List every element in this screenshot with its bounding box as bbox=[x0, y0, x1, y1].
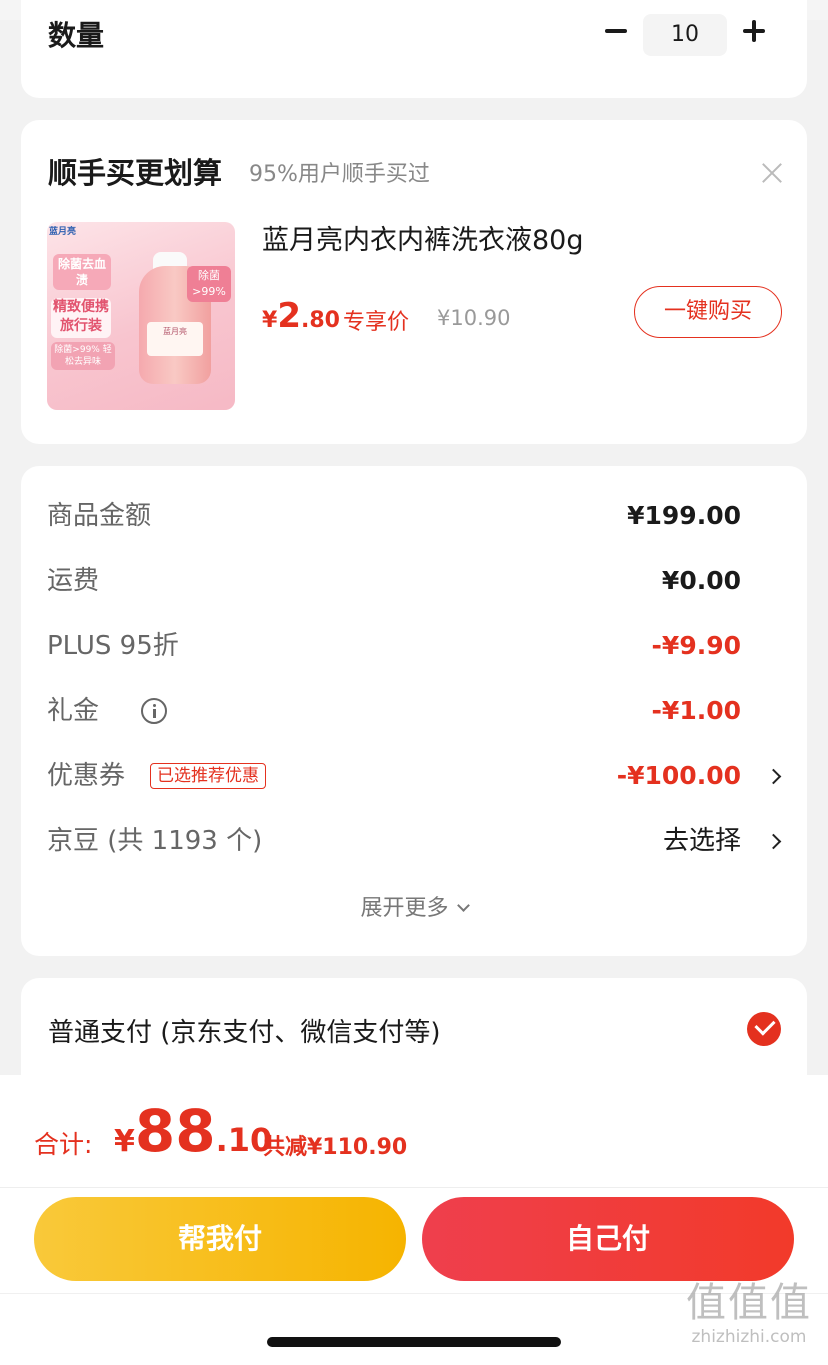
checkout-bottom-bar: 合计: ¥88.10 共减¥110.90 帮我付 自己付 值值值 zhizhiz… bbox=[0, 1075, 828, 1365]
watermark: 值值值 zhizhizhi.com bbox=[676, 1279, 822, 1347]
product-image-brand: 蓝月亮 bbox=[49, 227, 77, 237]
quantity-card: 数量 10 bbox=[21, 0, 807, 98]
product-name[interactable]: 蓝月亮内衣内裤洗衣液80g bbox=[262, 218, 584, 257]
expand-more-label: 展开更多 bbox=[360, 896, 449, 921]
help-me-pay-button[interactable]: 帮我付 bbox=[34, 1197, 406, 1281]
summary-label: PLUS 95折 bbox=[47, 631, 179, 661]
summary-label: 京豆 (共 1193 个) bbox=[47, 826, 263, 856]
divider bbox=[0, 1187, 828, 1188]
product-image-tag: 除菌去血渍 bbox=[53, 254, 111, 290]
summary-value: ¥0.00 bbox=[661, 566, 741, 595]
product-image[interactable]: 蓝月亮 除菌去血渍 精致便携旅行装 除菌>99% 轻松去异味 蓝月亮 除菌>99… bbox=[47, 222, 235, 410]
close-icon[interactable] bbox=[761, 162, 783, 184]
upsell-title: 顺手买更划算 bbox=[48, 156, 223, 190]
summary-value: ¥199.00 bbox=[627, 501, 741, 530]
summary-row-coupon[interactable]: 优惠券 已选推荐优惠 -¥100.00 bbox=[47, 756, 787, 796]
price-decimal: .80 bbox=[300, 308, 340, 333]
summary-label: 礼金 bbox=[47, 696, 100, 726]
price-currency: ¥ bbox=[262, 308, 278, 333]
coupon-recommend-tag: 已选推荐优惠 bbox=[150, 763, 266, 789]
summary-row-plus-discount: PLUS 95折 -¥9.90 bbox=[47, 626, 787, 666]
check-circle-icon[interactable] bbox=[747, 1012, 781, 1046]
product-image-tag: 除菌>99% 轻松去异味 bbox=[51, 342, 115, 370]
jingdou-select-link[interactable]: 去选择 bbox=[663, 821, 741, 861]
exclusive-price-label: 专享价 bbox=[343, 310, 410, 335]
summary-value: -¥9.90 bbox=[651, 631, 741, 660]
summary-label: 优惠券 bbox=[47, 761, 126, 791]
summary-label: 运费 bbox=[47, 566, 100, 596]
summary-value: -¥1.00 bbox=[651, 696, 741, 725]
summary-row-gift-money: 礼金 -¥1.00 bbox=[47, 691, 787, 731]
expand-more-button[interactable]: 展开更多 bbox=[21, 890, 807, 922]
upsell-card: 顺手买更划算 95%用户顺手买过 蓝月亮 除菌去血渍 精致便携旅行装 除菌>99… bbox=[21, 120, 807, 444]
home-indicator[interactable] bbox=[267, 1337, 561, 1347]
summary-label: 商品金额 bbox=[47, 501, 152, 531]
chevron-right-icon[interactable] bbox=[765, 829, 787, 853]
total-currency: ¥ bbox=[114, 1124, 135, 1159]
price-summary-card: 商品金额 ¥199.00 运费 ¥0.00 PLUS 95折 -¥9.90 礼金… bbox=[21, 466, 807, 956]
quantity-value[interactable]: 10 bbox=[643, 14, 727, 56]
product-price: ¥2.80 bbox=[262, 296, 340, 336]
price-integer: 2 bbox=[277, 296, 301, 336]
quantity-decrease-button[interactable] bbox=[601, 10, 631, 50]
watermark-url: zhizhizhi.com bbox=[691, 1327, 807, 1347]
info-icon[interactable] bbox=[141, 698, 167, 724]
bottle-label: 蓝月亮 bbox=[147, 322, 203, 356]
payment-option-label: 普通支付 (京东支付、微信支付等) bbox=[48, 1018, 441, 1048]
watermark-logo: 值值值 bbox=[686, 1280, 812, 1326]
total-label: 合计: bbox=[34, 1130, 93, 1159]
total-saved: 共减¥110.90 bbox=[263, 1135, 408, 1160]
one-click-buy-button[interactable]: 一键购买 bbox=[634, 286, 782, 338]
pay-myself-button[interactable]: 自己付 bbox=[422, 1197, 794, 1281]
upsell-subtitle: 95%用户顺手买过 bbox=[249, 162, 430, 187]
total-integer: 88 bbox=[134, 1097, 216, 1165]
chevron-right-icon[interactable] bbox=[765, 764, 787, 788]
quantity-increase-button[interactable] bbox=[739, 10, 769, 50]
total-amount: ¥88.10 bbox=[114, 1097, 272, 1165]
summary-value: -¥100.00 bbox=[616, 761, 741, 790]
summary-row-shipping: 运费 ¥0.00 bbox=[47, 561, 787, 601]
summary-row-jingdou[interactable]: 京豆 (共 1193 个) 去选择 bbox=[47, 821, 787, 861]
product-image-tag: 精致便携旅行装 bbox=[51, 298, 111, 338]
product-image-badge: 除菌>99% bbox=[187, 266, 231, 302]
chevron-down-icon bbox=[456, 899, 470, 912]
summary-row-goods-amount: 商品金额 ¥199.00 bbox=[47, 496, 787, 536]
original-price: ¥10.90 bbox=[437, 306, 511, 330]
quantity-label: 数量 bbox=[48, 19, 105, 52]
